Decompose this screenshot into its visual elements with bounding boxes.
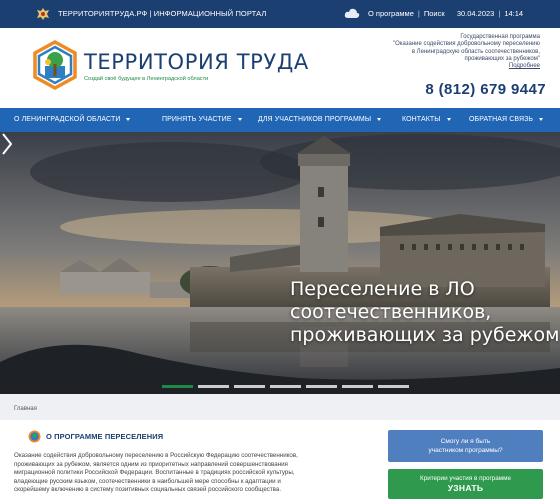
separator: | (498, 9, 501, 18)
nav-label: ПРИНЯТЬ УЧАСТИЕ (162, 116, 232, 123)
hero-slider[interactable]: Переселение в ЛО соотечественников, прож… (0, 132, 560, 394)
gov-line: в Ленинградскую область соотечественнико… (411, 48, 540, 55)
chevron-down-icon (446, 117, 451, 121)
nav-item-leningrad-region[interactable]: О ЛЕНИНГРАДСКОЙ ОБЛАСТИ (14, 116, 131, 123)
slider-dot[interactable] (234, 385, 265, 388)
section-heading: О ПРОГРАММЕ ПЕРЕСЕЛЕНИЯ (46, 432, 164, 441)
chevron-down-icon (539, 117, 544, 121)
nav-item-participants[interactable]: ДЛЯ УЧАСТНИКОВ ПРОГРАММЫ (258, 116, 382, 123)
main-navigation: О ЛЕНИНГРАДСКОЙ ОБЛАСТИ ПРИНЯТЬ УЧАСТИЕ … (0, 108, 560, 132)
nav-label: КОНТАКТЫ (402, 116, 441, 123)
text-line: проживающих за рубежом, является одним и… (14, 460, 288, 468)
portal-title[interactable]: ТЕРРИТОРИЯТРУДА.РФ | ИНФОРМАЦИОННЫЙ ПОРТ… (58, 9, 266, 18)
gov-line: проживающих за рубежом" (464, 55, 540, 62)
nav-item-feedback[interactable]: ОБРАТНАЯ СВЯЗЬ (469, 116, 544, 123)
chevron-down-icon (237, 117, 242, 121)
slider-dot[interactable] (378, 385, 409, 388)
slider-dot[interactable] (342, 385, 373, 388)
section-text: Оказание содействия добровольному пересе… (14, 452, 382, 495)
text-line: скорейшему включению в систему позитивны… (14, 486, 282, 494)
hero-caption-line: проживающих за рубежом (290, 324, 560, 346)
slider-dot[interactable] (270, 385, 301, 388)
chevron-down-icon (377, 117, 382, 121)
logo-icon[interactable] (32, 40, 78, 90)
criteria-button[interactable]: Критерии участия в программе УЗНАТЬ (388, 469, 543, 499)
site-header: ТЕРРИТОРИЯ ТРУДА Создай своё будущее в Л… (0, 28, 560, 108)
cloud-icon[interactable] (344, 8, 360, 19)
top-info-bar: ТЕРРИТОРИЯТРУДА.РФ | ИНФОРМАЦИОННЫЙ ПОРТ… (0, 0, 560, 28)
hero-caption: Переселение в ЛО соотечественников, прож… (290, 278, 560, 347)
text-line: владеющие русским языком, соотечественни… (14, 477, 281, 485)
hero-caption-line: соотечественников, (290, 301, 492, 323)
nav-label: ОБРАТНАЯ СВЯЗЬ (469, 116, 534, 123)
text-line: Оказание содействия добровольному пересе… (14, 452, 298, 459)
about-program-link[interactable]: О программе (368, 9, 414, 18)
text-line: миграционной политики Российской Федерац… (14, 469, 295, 477)
slider-pagination (162, 385, 409, 388)
separator: | (417, 9, 420, 18)
gov-line: "Оказание содействия добровольному перес… (392, 41, 540, 48)
hero-caption-line: Переселение в ЛО (290, 278, 475, 300)
more-link[interactable]: Подробнее (320, 63, 540, 70)
button-label: УЗНАТЬ (447, 483, 484, 493)
logo-title[interactable]: ТЕРРИТОРИЯ ТРУДА (84, 50, 309, 74)
breadcrumb-band: Главная (0, 394, 560, 420)
nav-label: ДЛЯ УЧАСТНИКОВ ПРОГРАММЫ (258, 116, 372, 123)
emblem-icon (37, 8, 49, 20)
hero-image (0, 132, 560, 394)
slider-dot[interactable] (162, 385, 193, 388)
program-icon (28, 430, 41, 443)
nav-item-participate[interactable]: ПРИНЯТЬ УЧАСТИЕ (162, 116, 242, 123)
button-label: Критерии участия в программе (420, 475, 511, 482)
phone-number[interactable]: 8 (812) 679 9447 (425, 81, 546, 98)
button-label: участником программы? (428, 447, 503, 454)
government-program-note: Государственная программа "Оказание соде… (320, 34, 540, 70)
current-time: 14:14 (504, 9, 524, 18)
search-link[interactable]: Поиск (424, 9, 445, 18)
slider-dot[interactable] (198, 385, 229, 388)
eligibility-button[interactable]: Смогу ли я быть участником программы? (388, 430, 543, 462)
nav-label: О ЛЕНИНГРАДСКОЙ ОБЛАСТИ (14, 116, 121, 123)
nav-item-contacts[interactable]: КОНТАКТЫ (402, 116, 451, 123)
current-date: 30.04.2023 (456, 9, 495, 18)
button-label: Смогу ли я быть (440, 438, 491, 445)
chevron-down-icon (126, 117, 131, 121)
breadcrumb[interactable]: Главная (14, 406, 37, 412)
logo-subtitle: Создай своё будущее в Ленинградской обла… (84, 76, 209, 82)
chevron-right-icon[interactable] (0, 132, 14, 156)
slider-dot[interactable] (306, 385, 337, 388)
